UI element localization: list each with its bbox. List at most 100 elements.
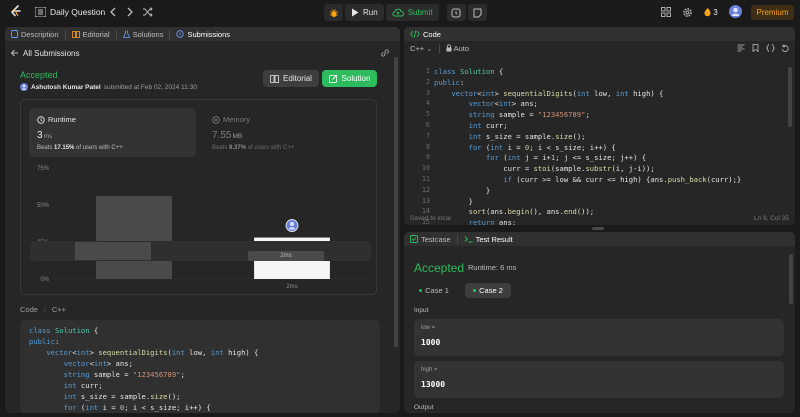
shuffle-icon[interactable] xyxy=(141,6,153,18)
editor-code-line: for (int j = i+1; j <= s_size; j++) { xyxy=(485,153,647,163)
notes-button[interactable] xyxy=(467,4,487,21)
line-number: 2 xyxy=(425,77,430,86)
tab-editorial[interactable]: Editorial xyxy=(71,30,110,39)
memory-value: 7.55MB xyxy=(212,130,242,141)
run-label: Run xyxy=(363,8,378,17)
line-number: 11 xyxy=(421,175,430,183)
daily-question-title[interactable]: Daily Question xyxy=(50,7,105,17)
editor-code-line: vector<int> ans; xyxy=(468,99,538,109)
tab-testcase[interactable]: Testcase xyxy=(410,235,451,244)
tab-code-label: Code xyxy=(423,29,441,39)
back-arrow-icon[interactable] xyxy=(10,49,19,57)
editor-scrollbar[interactable] xyxy=(788,67,792,127)
streak-counter[interactable]: 3 xyxy=(703,6,719,18)
tab-submissions-label: Submissions xyxy=(187,29,231,39)
code-line: public: xyxy=(29,337,60,346)
case-tab-2[interactable]: Case 2 xyxy=(465,283,511,298)
editor-code-line: for (int i = 0; i < s_size; i++) { xyxy=(468,142,616,152)
code-line: vector<int> ans; xyxy=(63,359,133,368)
input-high-box[interactable]: high = 13000 xyxy=(414,361,784,398)
input-label: Input xyxy=(414,307,429,314)
language-select[interactable]: C++ ⌄ xyxy=(410,44,433,53)
leetcode-logo-icon[interactable] xyxy=(9,5,23,19)
cursor-position: Ln 9, Col 35 xyxy=(753,215,789,222)
performance-stats: Runtime 3ms Beats 17.15% of users with C… xyxy=(20,99,377,295)
line-number: 13 xyxy=(421,196,430,205)
share-link-icon[interactable] xyxy=(380,49,390,57)
code-brackets-icon xyxy=(410,30,420,38)
settings-gear-icon[interactable] xyxy=(681,6,693,18)
author-avatar[interactable] xyxy=(20,83,28,91)
editor-status-bar: Saved to local Ln 9, Col 35 xyxy=(404,212,795,225)
submission-status: Accepted xyxy=(20,70,58,80)
distribution-bar[interactable] xyxy=(96,196,172,279)
problem-list-icon[interactable] xyxy=(34,6,46,18)
format-lines-icon[interactable] xyxy=(737,44,745,52)
editor-code-line: class Solution { xyxy=(434,67,504,76)
all-submissions-link[interactable]: All Submissions xyxy=(23,49,79,58)
tab-test-result[interactable]: Test Result xyxy=(464,235,513,244)
reset-undo-icon[interactable] xyxy=(781,44,789,52)
chart-range-navigator[interactable]: 2ms xyxy=(30,241,371,261)
submitted-code-block[interactable]: class Solution {public: vector<int> sequ… xyxy=(20,320,380,413)
left-panel-scrollbar[interactable] xyxy=(394,57,398,347)
line-number: 6 xyxy=(425,121,430,129)
code-tab-bar: Code xyxy=(404,27,795,41)
user-avatar[interactable] xyxy=(729,5,742,18)
runtime-number: 3 xyxy=(37,130,43,141)
braces-icon[interactable] xyxy=(766,44,775,52)
run-submit-bar: Run Submit xyxy=(324,4,487,21)
runtime-card[interactable]: Runtime 3ms Beats 17.15% of users with C… xyxy=(29,108,196,157)
submission-author-line: Ashutosh Kumar Patel submitted at Feb 02… xyxy=(20,83,197,91)
tab-submissions[interactable]: Submissions xyxy=(176,30,230,39)
next-problem-icon[interactable] xyxy=(124,6,136,18)
bookmark-icon[interactable] xyxy=(752,44,759,52)
solution-button[interactable]: Solution xyxy=(322,70,377,87)
author-name[interactable]: Ashutosh Kumar Patel xyxy=(31,84,101,91)
tab-divider xyxy=(456,234,458,244)
timer-button[interactable] xyxy=(446,4,466,21)
navigator-selection[interactable]: 2ms xyxy=(248,251,324,261)
line-number: 3 xyxy=(425,88,430,97)
code-editor[interactable]: 1 class Solution {2 public: 3 vector<int> s… xyxy=(404,64,795,225)
submitted-time: submitted at Feb 02, 2024 11:30 xyxy=(103,83,197,91)
layout-grid-icon[interactable] xyxy=(660,6,672,18)
case-tab-1[interactable]: Case 1 xyxy=(414,283,454,298)
editor-code-line: curr = stoi(sample.substr(i, j-i)); xyxy=(434,164,655,174)
pass-dot-icon xyxy=(473,289,477,292)
test-status: Accepted xyxy=(414,261,465,275)
runtime-beats: Beats 17.15% of users with C++ xyxy=(37,145,123,151)
editor-code-line: } xyxy=(434,196,473,206)
auto-mode-toggle[interactable]: Auto xyxy=(446,44,469,53)
clock-icon xyxy=(37,115,45,124)
memory-beats: Beats 8.37% of users with C++ xyxy=(212,145,294,151)
tab-solutions[interactable]: Solutions xyxy=(122,30,163,39)
premium-button[interactable]: Premium xyxy=(751,5,794,20)
debug-button[interactable] xyxy=(324,4,343,21)
runtime-beats-value: 17.15% xyxy=(54,145,75,151)
case-tab-1-label: Case 1 xyxy=(425,286,449,295)
panel-resize-handle[interactable] xyxy=(592,227,604,230)
input-low-value: 1000 xyxy=(421,338,441,347)
run-button[interactable]: Run xyxy=(345,4,384,21)
debug-bug-icon xyxy=(329,8,339,18)
editorial-button[interactable]: Editorial xyxy=(263,70,319,87)
tab-description[interactable]: Description xyxy=(11,30,59,39)
tab-code[interactable]: Code xyxy=(410,30,441,39)
editor-code-line: public: xyxy=(434,77,465,87)
input-low-box[interactable]: low = 1000 xyxy=(414,319,784,356)
test-panel-scrollbar[interactable] xyxy=(789,254,793,304)
submission-panel: Description Editorial Solutions Submissi… xyxy=(5,27,400,413)
streak-count: 3 xyxy=(713,7,718,17)
your-submission-avatar-icon[interactable] xyxy=(285,219,299,232)
memory-title: Memory xyxy=(212,115,250,124)
submit-label: Submit xyxy=(407,8,433,17)
flask-icon xyxy=(122,30,130,38)
prev-problem-icon[interactable] xyxy=(107,6,119,18)
memory-card[interactable]: Memory 7.55MB Beats 8.37% of users with … xyxy=(204,108,371,157)
y-tick-label: 75% xyxy=(37,166,50,172)
submit-button[interactable]: Submit xyxy=(385,4,439,21)
tab-divider xyxy=(169,29,171,39)
line-number: 12 xyxy=(421,185,430,194)
memory-beats-suffix: of users with C++ xyxy=(247,145,295,151)
